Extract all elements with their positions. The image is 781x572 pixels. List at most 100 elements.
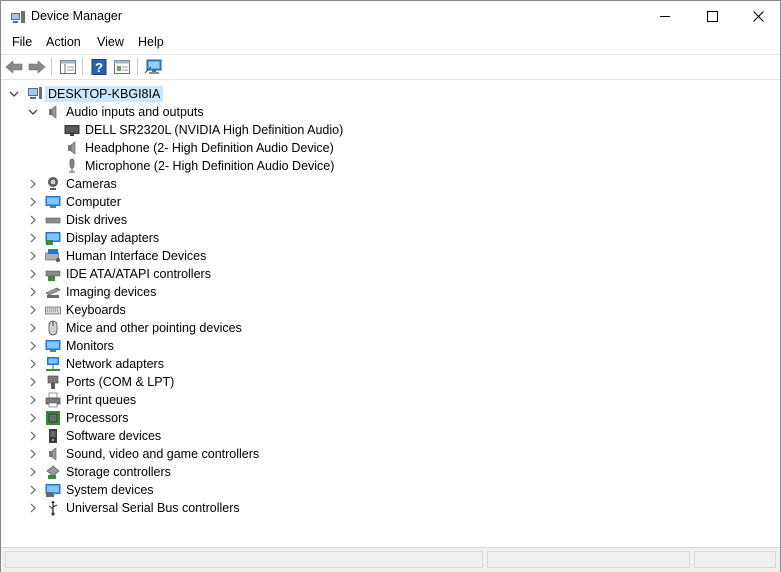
tree-category-monitors[interactable]: Monitors (1, 337, 780, 355)
tree-category-keyboards[interactable]: Keyboards (1, 301, 780, 319)
console-tree-icon (60, 60, 76, 74)
help-icon: ? (91, 59, 107, 75)
tree-category-label: Monitors (66, 339, 114, 353)
status-bar (1, 547, 780, 572)
window-title: Device Manager (31, 9, 123, 23)
toolbar-separator (137, 58, 138, 76)
forward-button[interactable] (27, 57, 47, 77)
close-icon (752, 10, 764, 22)
tree-category-ide[interactable]: IDE ATA/ATAPI controllers (1, 265, 780, 283)
svg-text:?: ? (95, 60, 103, 75)
scanner-icon (45, 284, 61, 300)
toolbar-separator (82, 58, 83, 76)
help-button[interactable]: ? (89, 57, 109, 77)
chevron-right-icon[interactable] (27, 232, 39, 244)
tree-category-label: Cameras (66, 177, 117, 191)
tree-category-ports[interactable]: Ports (COM & LPT) (1, 373, 780, 391)
chevron-right-icon[interactable] (27, 286, 39, 298)
tree-category-print-queues[interactable]: Print queues (1, 391, 780, 409)
maximize-icon (706, 10, 718, 22)
tree-device[interactable]: Headphone (2- High Definition Audio Devi… (1, 139, 780, 157)
tree-category-imaging[interactable]: Imaging devices (1, 283, 780, 301)
back-button[interactable] (4, 57, 24, 77)
tree-device-label: Headphone (2- High Definition Audio Devi… (85, 141, 334, 155)
tree-category-label: Mice and other pointing devices (66, 321, 242, 335)
menu-help[interactable]: Help (136, 35, 166, 49)
minimize-button[interactable] (642, 1, 688, 31)
chevron-right-icon[interactable] (27, 484, 39, 496)
software-device-icon (45, 428, 61, 444)
chevron-right-icon[interactable] (27, 376, 39, 388)
tree-category-label: Software devices (66, 429, 162, 443)
tree-category-label: Network adapters (66, 357, 164, 371)
toolbar-separator (51, 58, 52, 76)
system-device-icon (45, 482, 61, 498)
tree-category-usb[interactable]: Universal Serial Bus controllers (1, 499, 780, 517)
tree-category-label: Imaging devices (66, 285, 157, 299)
chevron-right-icon[interactable] (27, 502, 39, 514)
close-button[interactable] (735, 1, 781, 31)
scan-monitor-icon (145, 59, 162, 74)
minimize-icon (659, 15, 670, 17)
disk-drive-icon (45, 212, 61, 228)
chevron-right-icon[interactable] (27, 430, 39, 442)
tree-device[interactable]: DELL SR2320L (NVIDIA High Definition Aud… (1, 121, 780, 139)
tree-category-label: Disk drives (66, 213, 128, 227)
tree-category-system-devices[interactable]: System devices (1, 481, 780, 499)
title-bar[interactable]: Device Manager (1, 1, 780, 31)
chevron-right-icon[interactable] (27, 196, 39, 208)
usb-icon (45, 500, 61, 516)
properties-icon (114, 60, 130, 74)
device-tree: DESKTOP-KBGI8IA Audio inputs and outputs… (1, 83, 780, 545)
chevron-right-icon[interactable] (27, 466, 39, 478)
tree-root-computer[interactable]: DESKTOP-KBGI8IA (1, 85, 780, 103)
tree-category-label: Keyboards (66, 303, 126, 317)
tree-category-sound-video-game[interactable]: Sound, video and game controllers (1, 445, 780, 463)
speaker-icon (45, 104, 61, 120)
properties-button[interactable] (112, 57, 132, 77)
menu-file[interactable]: File (10, 35, 34, 49)
tree-root-label: DESKTOP-KBGI8IA (45, 86, 164, 102)
chevron-right-icon[interactable] (27, 214, 39, 226)
chevron-right-icon[interactable] (27, 178, 39, 190)
chevron-down-icon[interactable] (8, 88, 20, 100)
tree-category-audio[interactable]: Audio inputs and outputs (1, 103, 780, 121)
chevron-right-icon[interactable] (27, 304, 39, 316)
chevron-right-icon[interactable] (27, 268, 39, 280)
device-manager-app-icon (10, 9, 26, 25)
menu-view[interactable]: View (95, 35, 126, 49)
speaker-icon (64, 140, 80, 156)
device-manager-window: Device Manager File Action View Help ? D… (0, 0, 781, 572)
tree-category-label: Print queues (66, 393, 137, 407)
tree-category-mice[interactable]: Mice and other pointing devices (1, 319, 780, 337)
tree-category-label: Universal Serial Bus controllers (66, 501, 240, 515)
scan-hardware-changes-button[interactable] (144, 57, 164, 77)
tree-category-storage-controllers[interactable]: Storage controllers (1, 463, 780, 481)
tree-category-display-adapters[interactable]: Display adapters (1, 229, 780, 247)
tree-category-software-devices[interactable]: Software devices (1, 427, 780, 445)
tree-category-network[interactable]: Network adapters (1, 355, 780, 373)
status-cell (694, 551, 776, 568)
tree-category-label: Ports (COM & LPT) (66, 375, 175, 389)
camera-icon (45, 176, 61, 192)
tree-category-computer[interactable]: Computer (1, 193, 780, 211)
tree-device-label: Microphone (2- High Definition Audio Dev… (85, 159, 335, 173)
chevron-right-icon[interactable] (27, 250, 39, 262)
chevron-right-icon[interactable] (27, 448, 39, 460)
menu-action[interactable]: Action (44, 35, 83, 49)
chevron-right-icon[interactable] (27, 358, 39, 370)
chevron-right-icon[interactable] (27, 412, 39, 424)
tree-category-hid[interactable]: Human Interface Devices (1, 247, 780, 265)
show-hide-console-tree-button[interactable] (58, 57, 78, 77)
ide-controller-icon (45, 266, 61, 282)
tree-category-processors[interactable]: Processors (1, 409, 780, 427)
chevron-right-icon[interactable] (27, 340, 39, 352)
tree-category-disk-drives[interactable]: Disk drives (1, 211, 780, 229)
chevron-down-icon[interactable] (27, 106, 39, 118)
chevron-right-icon[interactable] (27, 322, 39, 334)
maximize-button[interactable] (689, 1, 735, 31)
tree-category-cameras[interactable]: Cameras (1, 175, 780, 193)
tree-device[interactable]: Microphone (2- High Definition Audio Dev… (1, 157, 780, 175)
tree-category-label: Sound, video and game controllers (66, 447, 260, 461)
chevron-right-icon[interactable] (27, 394, 39, 406)
